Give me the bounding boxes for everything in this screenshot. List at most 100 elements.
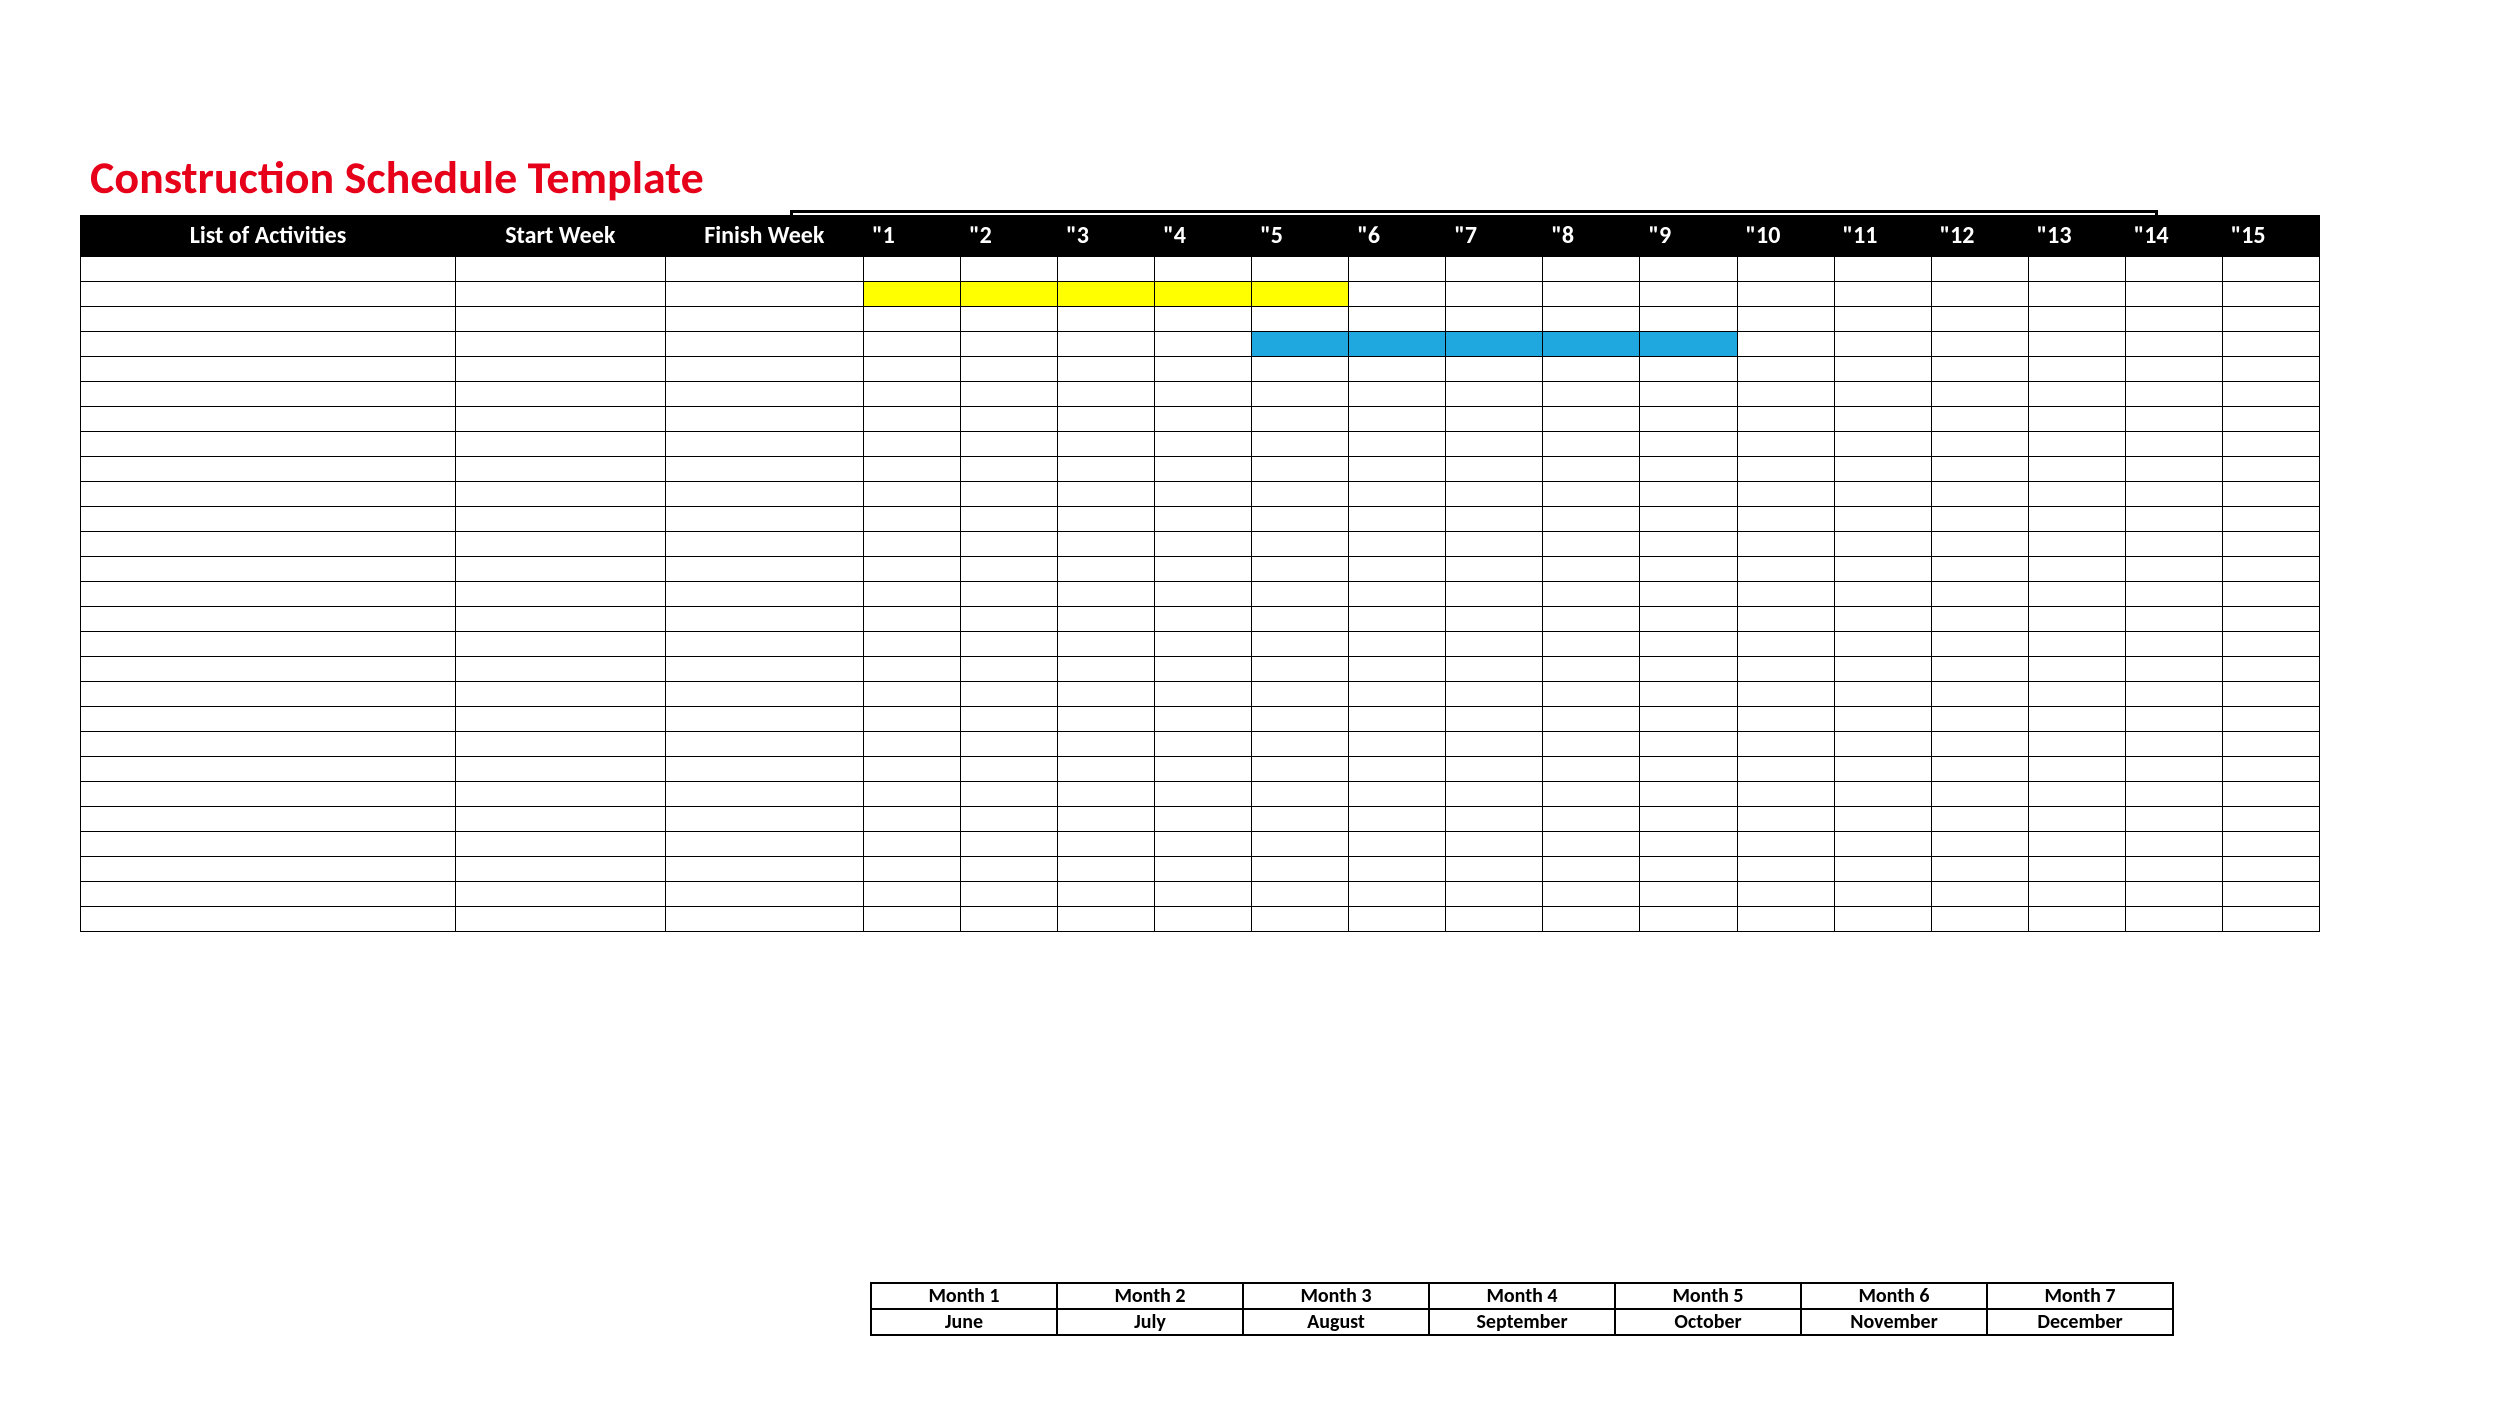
week-cell[interactable] (1737, 657, 1834, 682)
week-cell[interactable] (961, 457, 1058, 482)
week-cell[interactable] (1349, 807, 1446, 832)
week-cell[interactable] (2222, 257, 2319, 282)
week-cell[interactable] (2125, 382, 2222, 407)
week-cell[interactable] (1349, 432, 1446, 457)
week-cell[interactable] (2028, 282, 2125, 307)
week-cell[interactable] (2222, 882, 2319, 907)
week-cell[interactable] (1349, 307, 1446, 332)
week-cell[interactable] (2028, 507, 2125, 532)
activity-cell[interactable] (81, 432, 456, 457)
week-cell[interactable] (1349, 257, 1446, 282)
week-cell[interactable] (1252, 907, 1349, 932)
week-cell[interactable] (2125, 607, 2222, 632)
week-cell[interactable] (864, 257, 961, 282)
week-cell[interactable] (1252, 632, 1349, 657)
week-cell[interactable] (961, 757, 1058, 782)
week-cell[interactable] (1446, 407, 1543, 432)
week-cell[interactable] (2125, 732, 2222, 757)
week-cell[interactable] (1640, 532, 1737, 557)
week-cell[interactable] (1737, 832, 1834, 857)
week-cell[interactable] (1931, 507, 2028, 532)
week-cell[interactable] (1640, 482, 1737, 507)
week-cell[interactable] (1446, 582, 1543, 607)
week-cell[interactable] (1931, 482, 2028, 507)
week-cell[interactable] (1931, 682, 2028, 707)
week-cell[interactable] (2222, 457, 2319, 482)
week-cell[interactable] (1737, 857, 1834, 882)
week-cell[interactable] (1349, 907, 1446, 932)
start-week-cell[interactable] (456, 832, 666, 857)
week-cell[interactable] (1252, 257, 1349, 282)
week-cell[interactable] (864, 357, 961, 382)
activity-cell[interactable] (81, 507, 456, 532)
week-cell[interactable] (1058, 682, 1155, 707)
gantt-bar-cell[interactable] (1155, 282, 1252, 307)
week-cell[interactable] (2222, 557, 2319, 582)
week-cell[interactable] (1543, 407, 1640, 432)
week-cell[interactable] (1058, 782, 1155, 807)
finish-week-cell[interactable] (665, 532, 864, 557)
week-cell[interactable] (1931, 557, 2028, 582)
finish-week-cell[interactable] (665, 332, 864, 357)
week-cell[interactable] (1640, 382, 1737, 407)
week-cell[interactable] (2125, 257, 2222, 282)
gantt-bar-cell[interactable] (1446, 332, 1543, 357)
week-cell[interactable] (1640, 557, 1737, 582)
week-cell[interactable] (1155, 907, 1252, 932)
week-cell[interactable] (1737, 682, 1834, 707)
week-cell[interactable] (1155, 757, 1252, 782)
week-cell[interactable] (1155, 407, 1252, 432)
week-cell[interactable] (1931, 532, 2028, 557)
week-cell[interactable] (961, 657, 1058, 682)
week-cell[interactable] (1058, 432, 1155, 457)
week-cell[interactable] (2222, 732, 2319, 757)
week-cell[interactable] (961, 882, 1058, 907)
week-cell[interactable] (1446, 657, 1543, 682)
week-cell[interactable] (1834, 757, 1931, 782)
week-cell[interactable] (1252, 657, 1349, 682)
week-cell[interactable] (1640, 907, 1737, 932)
start-week-cell[interactable] (456, 532, 666, 557)
week-cell[interactable] (961, 332, 1058, 357)
week-cell[interactable] (1446, 557, 1543, 582)
week-cell[interactable] (1155, 532, 1252, 557)
week-cell[interactable] (1446, 507, 1543, 532)
week-cell[interactable] (1640, 257, 1737, 282)
finish-week-cell[interactable] (665, 557, 864, 582)
week-cell[interactable] (1931, 257, 2028, 282)
week-cell[interactable] (1931, 857, 2028, 882)
finish-week-cell[interactable] (665, 807, 864, 832)
finish-week-cell[interactable] (665, 582, 864, 607)
week-cell[interactable] (1640, 857, 1737, 882)
week-cell[interactable] (1737, 282, 1834, 307)
week-cell[interactable] (1058, 632, 1155, 657)
week-cell[interactable] (1640, 457, 1737, 482)
activity-cell[interactable] (81, 482, 456, 507)
activity-cell[interactable] (81, 807, 456, 832)
activity-cell[interactable] (81, 332, 456, 357)
week-cell[interactable] (1155, 857, 1252, 882)
week-cell[interactable] (1446, 907, 1543, 932)
week-cell[interactable] (1446, 382, 1543, 407)
week-cell[interactable] (2028, 607, 2125, 632)
week-cell[interactable] (1834, 782, 1931, 807)
week-cell[interactable] (1834, 307, 1931, 332)
week-cell[interactable] (1058, 357, 1155, 382)
finish-week-cell[interactable] (665, 407, 864, 432)
week-cell[interactable] (1640, 507, 1737, 532)
week-cell[interactable] (1155, 707, 1252, 732)
week-cell[interactable] (1349, 657, 1446, 682)
week-cell[interactable] (1058, 657, 1155, 682)
week-cell[interactable] (961, 507, 1058, 532)
start-week-cell[interactable] (456, 607, 666, 632)
activity-cell[interactable] (81, 907, 456, 932)
week-cell[interactable] (1058, 507, 1155, 532)
week-cell[interactable] (1640, 707, 1737, 732)
week-cell[interactable] (1931, 357, 2028, 382)
week-cell[interactable] (2125, 682, 2222, 707)
week-cell[interactable] (1931, 882, 2028, 907)
week-cell[interactable] (961, 732, 1058, 757)
week-cell[interactable] (961, 707, 1058, 732)
week-cell[interactable] (961, 682, 1058, 707)
week-cell[interactable] (1931, 732, 2028, 757)
